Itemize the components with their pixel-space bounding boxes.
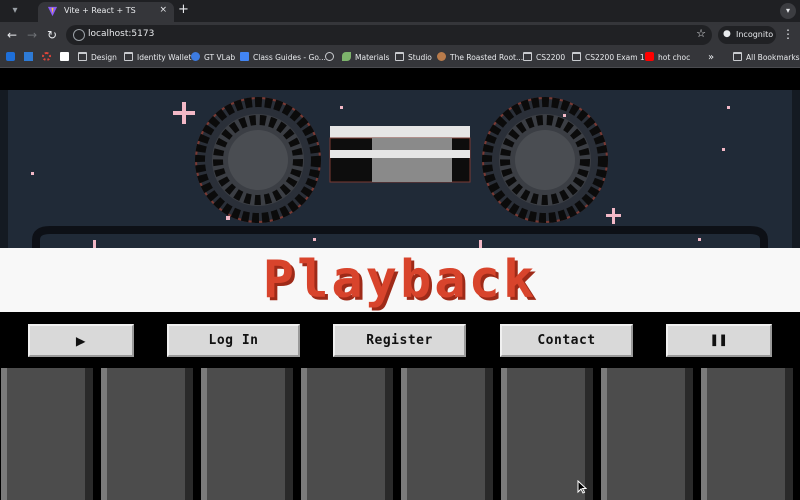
outlook-bookmark-icon[interactable] bbox=[6, 51, 19, 65]
bookmark-gt-vlab[interactable]: GT VLab bbox=[191, 51, 235, 65]
bookmark-materials[interactable]: Materials bbox=[342, 51, 389, 65]
reload-icon[interactable]: ↻ bbox=[44, 27, 60, 43]
folder-icon bbox=[78, 52, 87, 61]
tab-close-icon[interactable]: × bbox=[159, 5, 167, 15]
youtube-icon bbox=[645, 52, 654, 61]
bookmark-cs2200[interactable]: CS2200 bbox=[523, 51, 565, 65]
tab-strip: ▾ Vite + React + TS × + ▾ bbox=[0, 0, 800, 22]
globe-bookmark-icon[interactable] bbox=[325, 51, 338, 65]
tab-list-chevron-icon[interactable]: ▾ bbox=[6, 3, 24, 19]
left-reel bbox=[195, 97, 321, 223]
play-button[interactable]: ▶ bbox=[28, 324, 134, 357]
key-column bbox=[600, 368, 700, 500]
tab-title: Vite + React + TS bbox=[64, 6, 136, 15]
page-viewport: Playback ▶ Log In Register Contact ❚❚ bbox=[0, 68, 800, 500]
register-button[interactable]: Register bbox=[333, 324, 466, 357]
more-bookmarks-chevron-icon[interactable]: » bbox=[708, 51, 714, 65]
bookmark-identity-wallet[interactable]: Identity Wallet bbox=[124, 51, 191, 65]
bookmark-class-guides[interactable]: Class Guides - Go... bbox=[240, 51, 326, 65]
cassette-hero bbox=[0, 90, 800, 248]
bookmark-studio[interactable]: Studio bbox=[395, 51, 432, 65]
incognito-label: Incognito bbox=[736, 30, 774, 39]
address-bar[interactable]: localhost:5173 ☆ bbox=[66, 25, 712, 45]
folder-icon bbox=[395, 52, 404, 61]
bookmark-cs2200-exam-1[interactable]: CS2200 Exam 1 bbox=[572, 51, 645, 65]
right-reel bbox=[482, 97, 608, 223]
login-button[interactable]: Log In bbox=[167, 324, 300, 357]
forward-arrow-icon[interactable]: → bbox=[24, 27, 40, 43]
browser-toolbar: ← → ↻ localhost:5173 ☆ ● Incognito ⋮ bbox=[0, 22, 800, 48]
vlab-icon bbox=[191, 52, 200, 61]
leaf-icon bbox=[342, 52, 351, 61]
contact-button[interactable]: Contact bbox=[500, 324, 633, 357]
folder-icon bbox=[124, 52, 133, 61]
key-column bbox=[400, 368, 500, 500]
title-band: Playback bbox=[0, 248, 800, 312]
mouse-cursor-icon bbox=[577, 480, 587, 494]
folder-icon bbox=[572, 52, 581, 61]
bookmark-square-icon[interactable] bbox=[24, 51, 37, 65]
tab-search-chevron-icon[interactable]: ▾ bbox=[780, 3, 796, 19]
app-title: Playback bbox=[262, 250, 538, 310]
folder-icon bbox=[523, 52, 532, 61]
incognito-indicator[interactable]: ● Incognito bbox=[718, 26, 776, 44]
bookmark-hot-choc[interactable]: hot choc bbox=[645, 51, 690, 65]
key-column bbox=[100, 368, 200, 500]
piano-keys bbox=[0, 368, 800, 500]
key-column bbox=[200, 368, 300, 500]
roast-icon bbox=[437, 52, 446, 61]
back-arrow-icon[interactable]: ← bbox=[4, 27, 20, 43]
amazon-bookmark-icon[interactable] bbox=[60, 51, 73, 65]
key-column bbox=[700, 368, 800, 500]
browser-tab[interactable]: Vite + React + TS × bbox=[38, 2, 174, 22]
folder-icon bbox=[733, 52, 742, 61]
new-tab-button[interactable]: + bbox=[178, 2, 189, 18]
bookmark-red-circle-icon[interactable] bbox=[42, 51, 55, 65]
cassette-tape-illustration bbox=[0, 90, 800, 248]
control-bar: ▶ Log In Register Contact ❚❚ bbox=[0, 312, 800, 368]
docs-icon bbox=[240, 52, 249, 61]
bookmark-design[interactable]: Design bbox=[78, 51, 117, 65]
vite-favicon-icon bbox=[47, 6, 58, 17]
bookmarks-bar: Design Identity Wallet GT VLab Class Gui… bbox=[0, 48, 800, 68]
bookmark-roasted-root[interactable]: The Roasted Root... bbox=[437, 51, 523, 65]
pause-button[interactable]: ❚❚ bbox=[666, 324, 772, 357]
tape-window bbox=[329, 126, 471, 183]
incognito-icon: ● bbox=[723, 29, 731, 39]
url-text[interactable]: localhost:5173 bbox=[88, 29, 154, 39]
browser-menu-icon[interactable]: ⋮ bbox=[782, 27, 794, 41]
site-info-icon[interactable] bbox=[73, 29, 85, 41]
bookmark-star-icon[interactable]: ☆ bbox=[696, 27, 706, 40]
all-bookmarks[interactable]: All Bookmarks bbox=[733, 51, 800, 65]
key-column bbox=[0, 368, 100, 500]
key-column bbox=[300, 368, 400, 500]
